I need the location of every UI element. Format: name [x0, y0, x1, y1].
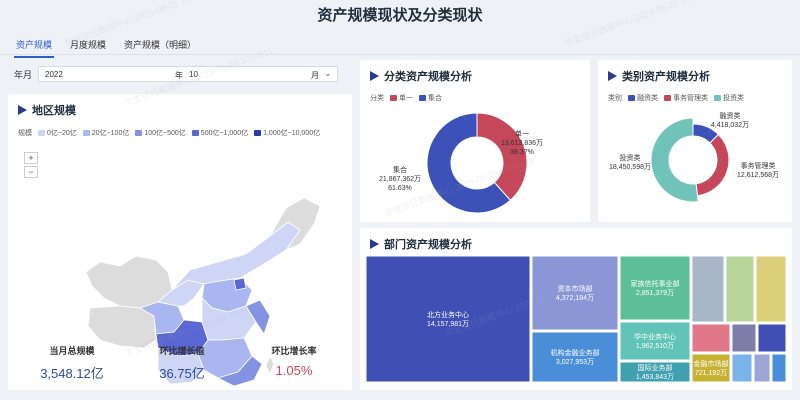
- treemap-cell-name: 机构金融业务部: [551, 348, 600, 357]
- treemap-cell-name: 北方业务中心: [427, 310, 469, 319]
- treemap-cell-other[interactable]: [753, 353, 771, 383]
- treemap-cell-other[interactable]: [725, 255, 755, 323]
- year-value: 2022: [45, 70, 63, 79]
- slice-label-affairs: 事务管理类 12,612,568万: [737, 161, 779, 179]
- kpi-value: 3,548.12亿: [40, 366, 104, 381]
- treemap-cell-value: 4,372,184万: [556, 294, 594, 302]
- kpi-value: 1.05%: [275, 363, 313, 378]
- treemap-cell-value: 1,453,843万: [636, 373, 674, 381]
- type-asset-card: 类别资产规模分析 类别 融资类 事务管理类 投资类 融资类 4,418,032万事…: [598, 60, 792, 222]
- treemap-cell-name: 资本市场部: [558, 284, 593, 293]
- treemap-cell-other[interactable]: [691, 323, 731, 353]
- treemap-cell-name: 华中业务中心: [634, 332, 676, 341]
- dept-treemap-chart[interactable]: 北方业务中心14,157,981万 资本市场部4,372,184万机构金融业务部3…: [360, 228, 792, 390]
- page-title: 资产规模现状及分类现状: [317, 7, 483, 24]
- tab-divider: [0, 54, 800, 55]
- kpi-label: 当月总规模: [49, 346, 95, 356]
- treemap-cell-other[interactable]: [771, 353, 787, 383]
- month-value: 10: [189, 70, 198, 79]
- donut-slice-single[interactable]: [476, 112, 528, 201]
- category-donut-chart[interactable]: 单一 13,613,836万 38.37%集合 21,867,362万 61.63%: [360, 60, 590, 222]
- treemap-cell-other[interactable]: [755, 255, 787, 323]
- treemap-cell-name: 国际业务部: [638, 363, 673, 372]
- kpi-label: 环比增长率: [271, 346, 317, 356]
- treemap-cell-value: 3,027,953万: [556, 358, 594, 366]
- kpi-mom-growth-value: 环比增长值 36.75亿: [132, 344, 232, 382]
- treemap-cell-other[interactable]: [731, 353, 753, 383]
- region-scale-card: 地区规模 规模 0亿~20亿 20亿~100亿 100亿~500亿 500亿~1…: [8, 94, 352, 390]
- dept-asset-card: 部门资产规模分析 北方业务中心 14,157,981万 资本市场部 4,372,184…: [360, 228, 792, 390]
- treemap-cell[interactable]: [531, 331, 619, 383]
- treemap-cell[interactable]: [691, 353, 731, 383]
- treemap-cell-value: 721,192万: [695, 369, 727, 377]
- filter-label: 年月: [14, 69, 33, 80]
- treemap-cell-other[interactable]: [757, 323, 787, 353]
- kpi-label: 环比增长值: [159, 346, 205, 356]
- treemap-cell-name: 金融市场部: [694, 359, 729, 368]
- chevron-down-icon[interactable]: ⌄: [324, 68, 332, 79]
- donut-slice-affairs[interactable]: [695, 133, 730, 197]
- treemap-cell[interactable]: [619, 321, 691, 361]
- treemap-cell[interactable]: [619, 255, 691, 321]
- treemap-cell-value: 2,851,379万: [636, 289, 674, 297]
- treemap-cell-value: 14,157,981万: [427, 320, 469, 328]
- treemap-cell[interactable]: [365, 255, 531, 383]
- year-unit: 年: [175, 71, 184, 80]
- kpi-mom-growth-rate: 环比增长率 1.05%: [244, 344, 344, 378]
- slice-label-financing: 融资类 4,418,032万: [711, 111, 749, 129]
- date-filter: 年月 2022 年 10 月 ⌄: [14, 66, 339, 82]
- treemap-cell-other[interactable]: [691, 255, 725, 323]
- treemap-cell-other[interactable]: [731, 323, 757, 353]
- treemap-cell-name: 家族信托事业部: [631, 279, 680, 288]
- month-unit: 月: [311, 71, 320, 80]
- year-month-select[interactable]: 2022 年 10 月 ⌄: [38, 66, 339, 82]
- map-region-beijing[interactable]: [233, 277, 247, 291]
- slice-label-investment: 投资类 18,450,598万: [609, 153, 651, 171]
- kpi-value: 36.75亿: [159, 366, 205, 381]
- kpi-total-scale: 当月总规模 3,548.12亿: [22, 344, 122, 382]
- category-asset-card: 分类资产规模分析 分类 单一 集合 单一 13,613,836万 38.37% 集合 2…: [360, 60, 590, 222]
- slice-label-collective: 集合 21,867,362万 61.63%: [379, 165, 421, 192]
- donut-slice-investment[interactable]: [650, 117, 699, 203]
- treemap-cell[interactable]: [531, 255, 619, 331]
- map-region-tibet[interactable]: [87, 305, 157, 349]
- map-region-northwest[interactable]: [85, 255, 173, 309]
- type-donut-chart[interactable]: 融资类 4,418,032万事务管理类 12,612,568万 投资类 18,450,5…: [598, 60, 792, 222]
- treemap-cell-value: 1,962,510万: [636, 342, 674, 350]
